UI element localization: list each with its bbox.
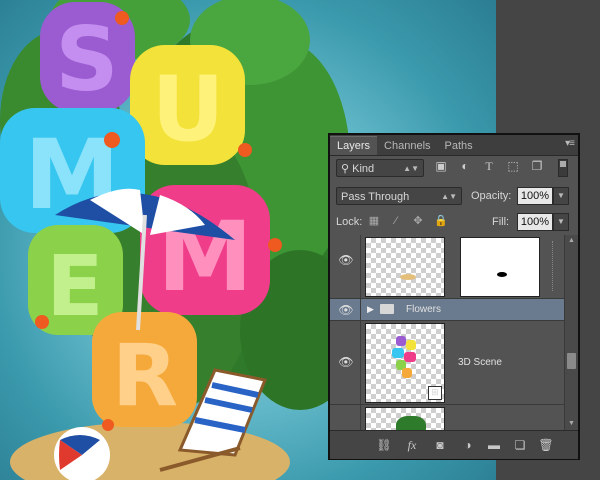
filter-kind-label: Kind — [352, 163, 375, 175]
tab-paths[interactable]: Paths — [438, 137, 480, 155]
smart-object-badge-icon: ⊞ — [428, 386, 442, 400]
layer-thumbnail: ⊞ — [365, 323, 445, 403]
layer-thumbnail — [365, 237, 445, 297]
svg-text:S: S — [55, 8, 118, 111]
layer-row[interactable] — [330, 405, 564, 430]
layer-mask-thumbnail[interactable] — [460, 237, 540, 297]
type-icon[interactable]: T — [482, 159, 496, 173]
tab-channels[interactable]: Channels — [377, 137, 437, 155]
opacity-label: Opacity: — [471, 190, 512, 202]
layer-row-flowers[interactable]: 👁 ▶ Flowers — [330, 299, 564, 321]
letter-R: R — [92, 312, 197, 427]
clip-indicator — [552, 241, 557, 291]
blend-mode-value: Pass Through — [341, 191, 410, 203]
filter-row: ⚲ Kind ▲▼ ▣ ◐ T ⬚ ❐ — [330, 157, 578, 179]
panel-menu-icon[interactable]: ▾≡ — [565, 138, 575, 149]
fx-icon[interactable]: fx — [404, 437, 420, 453]
layer-row-3d-scene[interactable]: 👁 ⊞ 3D Scene — [330, 321, 564, 405]
svg-text:R: R — [112, 326, 178, 426]
svg-text:E: E — [46, 237, 103, 335]
eye-icon[interactable]: 👁 — [338, 356, 354, 368]
add-mask-icon[interactable]: ◙ — [432, 437, 448, 453]
panel-bottom-bar: ⛓ fx ◙ ◑ ▬ ❏ 🗑 — [330, 430, 578, 459]
scroll-thumb[interactable] — [567, 353, 576, 369]
lock-move-icon[interactable]: ✥ — [412, 215, 424, 227]
lock-all-icon[interactable]: 🔒 — [434, 215, 448, 227]
eye-icon[interactable]: 👁 — [338, 254, 354, 266]
layers-scrollbar[interactable]: ▲ ▼ — [564, 235, 578, 430]
folder-icon — [380, 304, 394, 314]
panel-tabbar: Layers Channels Paths ▾≡ — [330, 135, 578, 156]
layers-list: 👁 👁 ▶ Flowers 👁 ⊞ 3D Scene — [330, 235, 564, 430]
fill-label: Fill: — [492, 216, 510, 228]
fill-input[interactable]: 100% — [517, 213, 553, 231]
opacity-input[interactable]: 100% — [517, 187, 553, 205]
adjustment-icon[interactable]: ◐ — [458, 159, 472, 173]
lock-label: Lock: — [336, 216, 363, 228]
new-layer-icon[interactable]: ❏ — [512, 437, 528, 453]
opacity-dropdown-icon[interactable]: ▼ — [553, 187, 569, 205]
adjustment-layer-icon[interactable]: ◑ — [460, 437, 476, 453]
lock-brush-icon[interactable]: ⁄ — [390, 215, 402, 227]
search-icon: ⚲ — [341, 163, 350, 175]
blend-row: Pass Through ▲▼ Opacity: 100% ▼ — [330, 185, 578, 207]
select-arrows-icon: ▲▼ — [403, 164, 419, 173]
link-icon[interactable]: ⛓ — [376, 437, 392, 453]
tab-layers[interactable]: Layers — [330, 136, 378, 155]
letter-U: U — [130, 45, 245, 165]
blend-mode-select[interactable]: Pass Through ▲▼ — [336, 187, 462, 205]
select-arrows-icon: ▲▼ — [441, 192, 457, 201]
new-group-icon[interactable]: ▬ — [486, 437, 502, 453]
expand-triangle-icon[interactable]: ▶ — [367, 304, 374, 315]
lock-transparent-icon[interactable]: ▦ — [368, 215, 380, 227]
layer-name: Flowers — [406, 304, 442, 315]
layer-row[interactable]: 👁 — [330, 235, 564, 299]
eye-icon[interactable]: 👁 — [338, 304, 354, 316]
fill-dropdown-icon[interactable]: ▼ — [553, 213, 569, 231]
layer-name: 3D Scene — [458, 357, 502, 368]
shape-icon[interactable]: ⬚ — [506, 159, 520, 173]
filter-kind-select[interactable]: ⚲ Kind ▲▼ — [336, 159, 424, 177]
scroll-down-icon[interactable]: ▼ — [565, 418, 578, 430]
scroll-up-icon[interactable]: ▲ — [565, 235, 578, 247]
image-icon[interactable]: ▣ — [434, 159, 448, 173]
smart-object-icon[interactable]: ❐ — [530, 159, 544, 173]
layer-thumbnail — [365, 407, 445, 430]
layers-panel: Layers Channels Paths ▾≡ ⚲ Kind ▲▼ ▣ ◐ T… — [328, 133, 580, 460]
sand-island — [10, 422, 290, 480]
lock-row: Lock: ▦ ⁄ ✥ 🔒 Fill: 100% ▼ — [330, 211, 578, 233]
svg-text:U: U — [151, 57, 224, 162]
filter-toggle[interactable] — [558, 159, 568, 177]
delete-icon[interactable]: 🗑 — [538, 437, 554, 453]
